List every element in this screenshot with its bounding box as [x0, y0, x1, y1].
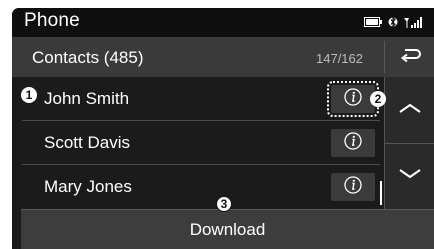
info-button[interactable]: [327, 81, 379, 117]
contacts-title: Contacts (485): [32, 48, 144, 67]
scroll-position-indicator: [380, 181, 382, 205]
status-bar: Phone: [12, 8, 434, 37]
contact-name: Mary Jones: [44, 177, 132, 196]
info-button[interactable]: [331, 173, 375, 201]
list-item[interactable]: John Smith: [12, 77, 384, 121]
chevron-up-icon: [398, 101, 422, 119]
battery-icon: [364, 17, 382, 27]
callout-marker: 3: [216, 196, 232, 212]
info-icon: [344, 175, 362, 199]
status-icons: [364, 15, 424, 29]
signal-icon: [404, 16, 424, 29]
back-button[interactable]: [384, 41, 434, 73]
phone-screen: Phone Contacts (485) 147/162 John Smith …: [12, 8, 434, 249]
contact-position-count: 147/162: [316, 51, 363, 66]
back-arrow-icon: [399, 47, 421, 68]
list-item[interactable]: Mary Jones: [12, 165, 384, 209]
info-icon: [344, 131, 362, 155]
contacts-header: Contacts (485) 147/162: [12, 37, 434, 77]
download-button[interactable]: Download: [21, 209, 434, 249]
bluetooth-icon: [388, 15, 398, 29]
info-button[interactable]: [331, 129, 375, 157]
list-item[interactable]: Scott Davis: [12, 121, 384, 165]
contact-name: John Smith: [44, 89, 130, 108]
info-icon: [344, 87, 362, 111]
screen-title: Phone: [24, 10, 80, 31]
contact-name: Scott Davis: [44, 133, 130, 152]
scroll-down-button[interactable]: [385, 143, 434, 209]
scroll-up-button[interactable]: [385, 77, 434, 144]
contact-list: John Smith Scott Davis Mary Jones: [12, 77, 384, 209]
callout-marker: 2: [370, 91, 386, 107]
chevron-down-icon: [398, 167, 422, 185]
callout-marker: 1: [21, 87, 37, 103]
scroll-panel: [384, 77, 434, 209]
